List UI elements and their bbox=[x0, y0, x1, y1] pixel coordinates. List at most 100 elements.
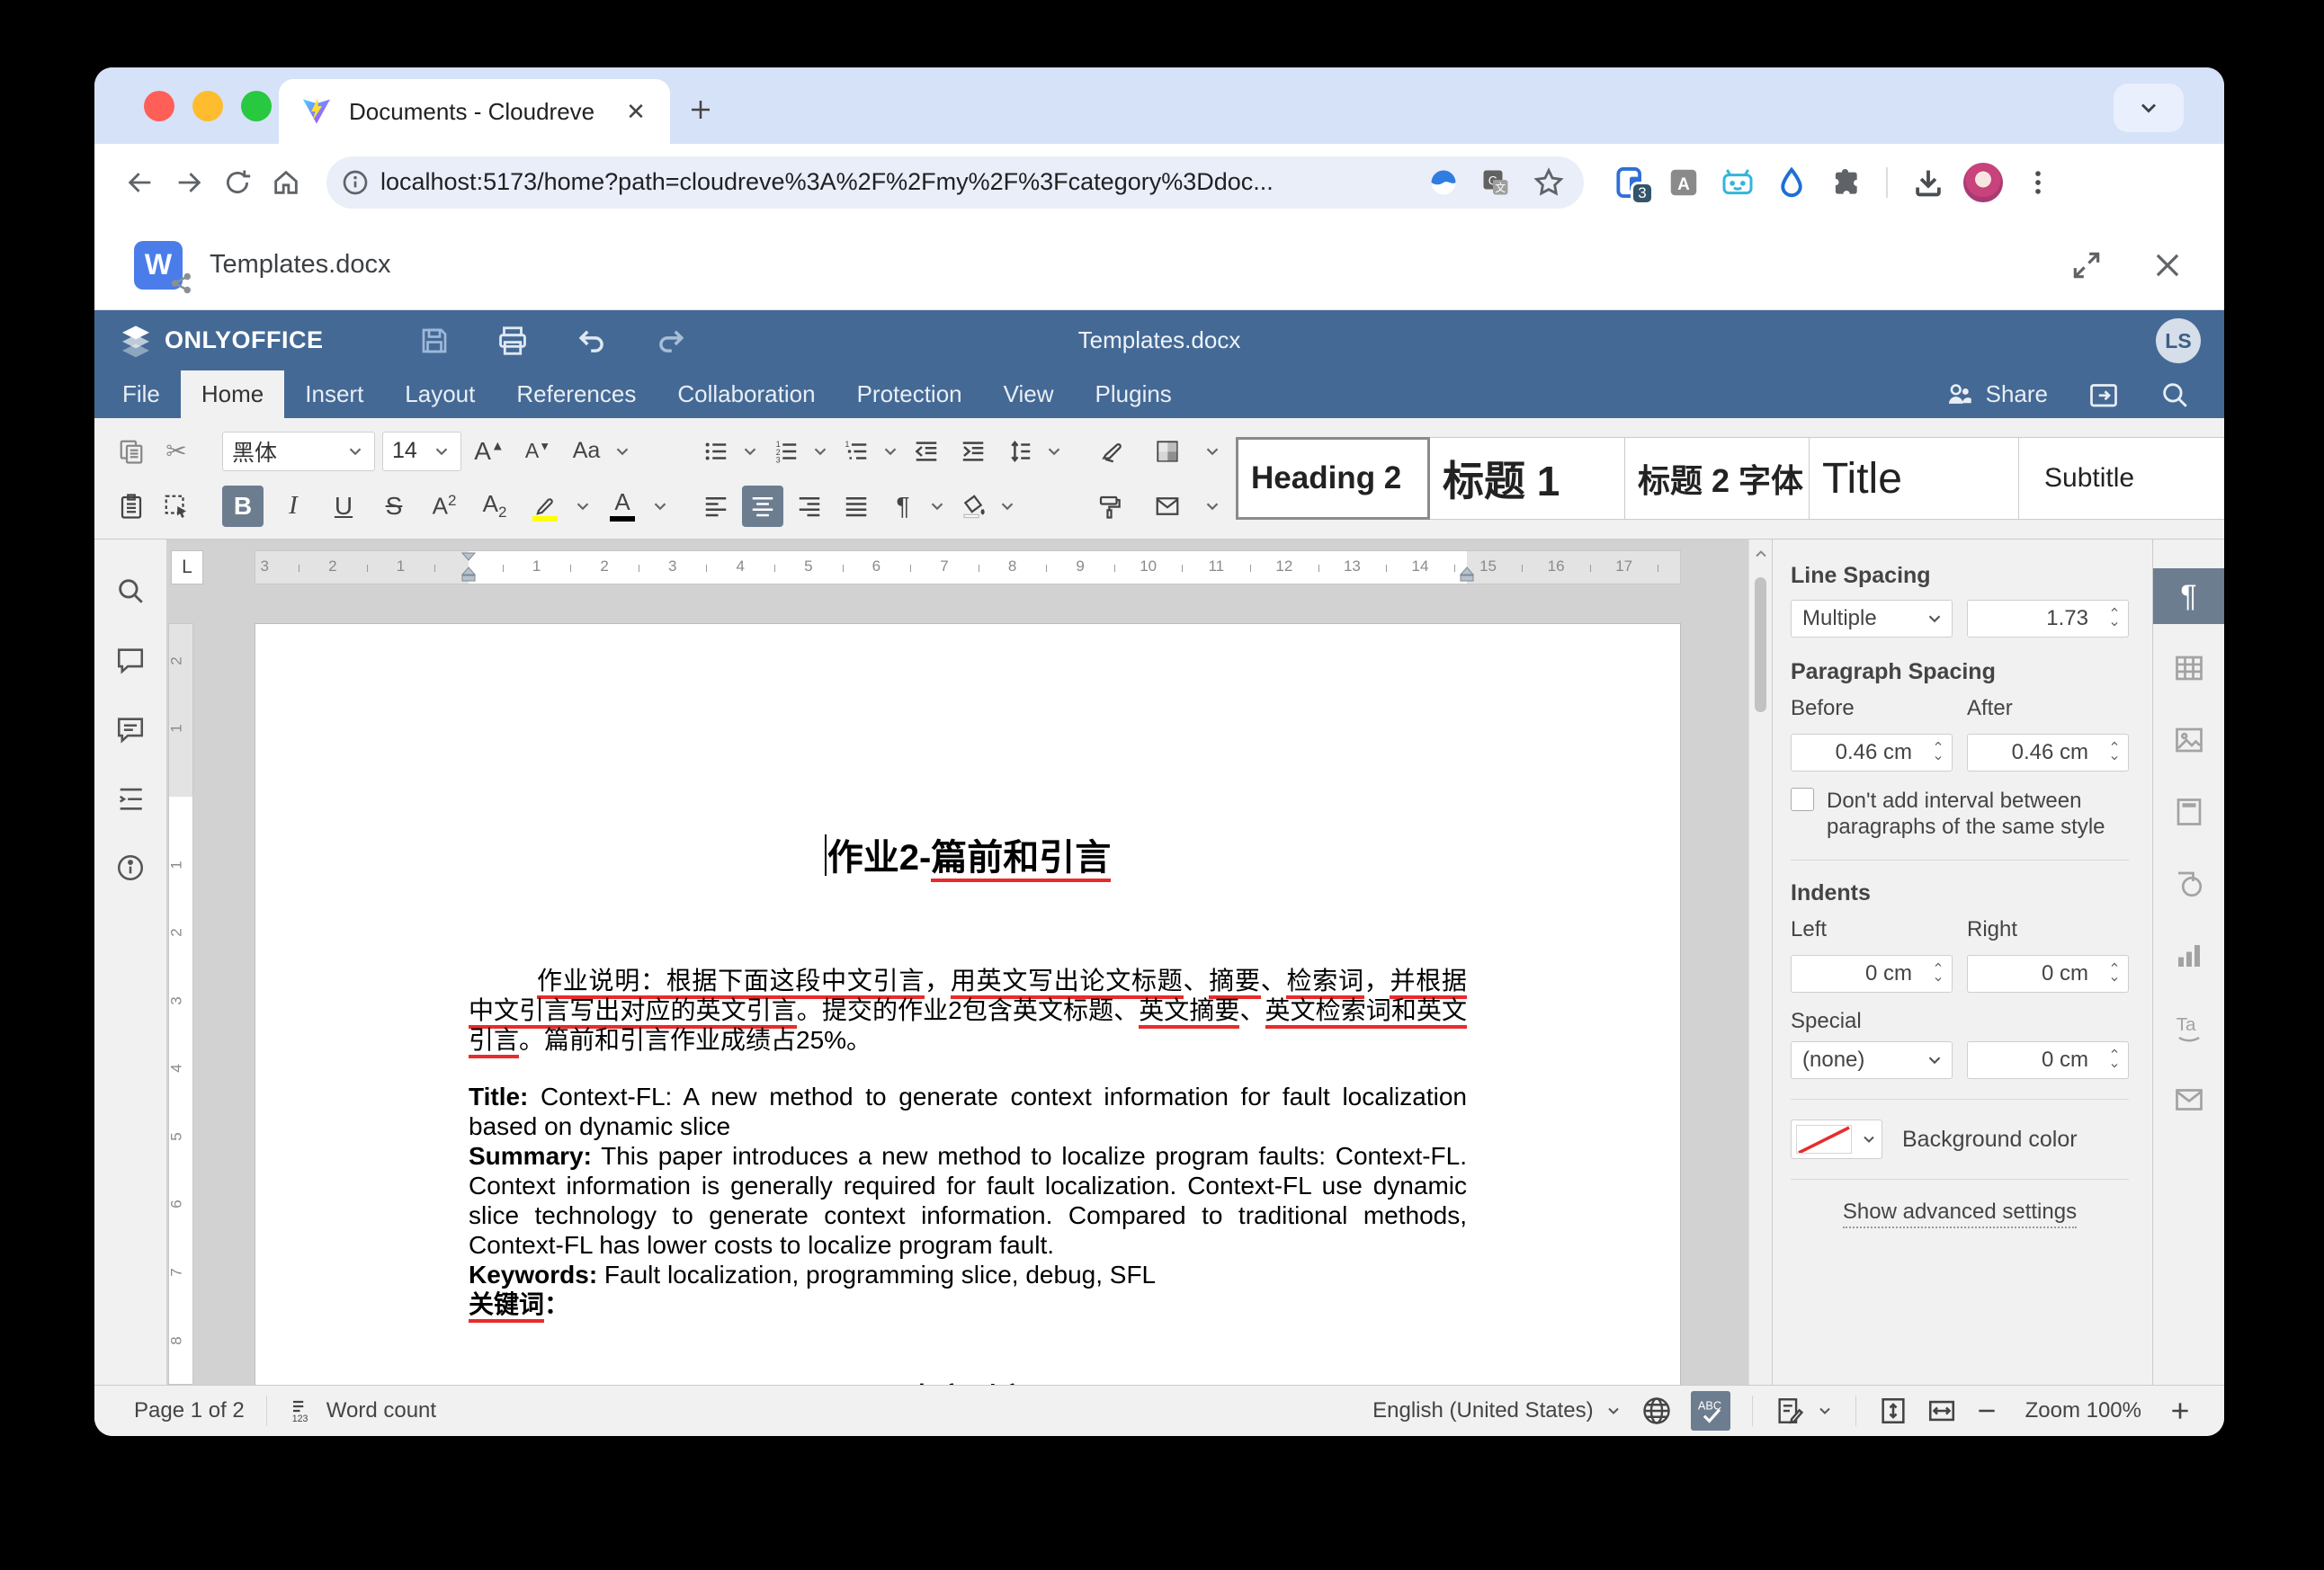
water-drop-extension-icon[interactable] bbox=[1773, 164, 1810, 201]
document-paragraph[interactable]: Title: Context-FL: A new method to gener… bbox=[469, 1082, 1467, 1141]
style-preset[interactable]: Subtitle bbox=[2018, 437, 2224, 520]
style-preset[interactable]: Heading 2 bbox=[1236, 437, 1430, 520]
line-spacing-mode-select[interactable]: Multiple bbox=[1791, 600, 1953, 638]
table-settings-tab[interactable] bbox=[2153, 640, 2225, 696]
about-info-icon[interactable] bbox=[115, 852, 146, 883]
browser-tab[interactable]: Documents - Cloudreve ✕ bbox=[279, 79, 670, 144]
maximize-window-button[interactable] bbox=[241, 91, 272, 121]
textart-settings-tab[interactable]: Ta bbox=[2153, 1000, 2225, 1056]
set-document-language-icon[interactable] bbox=[1640, 1395, 1673, 1427]
highlight-color-chevron[interactable] bbox=[573, 496, 593, 516]
menu-tab-home[interactable]: Home bbox=[181, 370, 284, 418]
bold-button[interactable]: B bbox=[222, 486, 264, 527]
menu-tab-collaboration[interactable]: Collaboration bbox=[657, 370, 836, 418]
language-selector[interactable]: English (United States) bbox=[1372, 1398, 1622, 1423]
print-icon[interactable] bbox=[496, 324, 530, 358]
downloads-icon[interactable] bbox=[1909, 164, 1947, 201]
change-case-chevron[interactable] bbox=[612, 442, 632, 461]
browser-profile-avatar[interactable] bbox=[1963, 163, 2003, 202]
forward-button[interactable] bbox=[168, 162, 210, 203]
reader-wave-icon[interactable] bbox=[1427, 166, 1460, 199]
decrease-indent-button[interactable] bbox=[906, 431, 947, 472]
indent-left-spinner[interactable]: 0 cm bbox=[1791, 955, 1953, 993]
spell-check-button[interactable]: ABC bbox=[1691, 1391, 1730, 1431]
table-shading-color-button[interactable] bbox=[1147, 431, 1188, 472]
superscript-button[interactable]: A2 bbox=[424, 486, 465, 527]
zoom-in-icon[interactable] bbox=[2168, 1399, 2192, 1423]
paragraph-settings-tab[interactable]: ¶ bbox=[2153, 568, 2225, 624]
image-settings-tab[interactable] bbox=[2153, 712, 2225, 768]
document-paragraph[interactable]: Summary: This paper introduces a new met… bbox=[469, 1141, 1467, 1260]
style-preset[interactable]: 标题 2 字体 bbox=[1624, 437, 1810, 520]
menu-tab-file[interactable]: File bbox=[102, 370, 181, 418]
bullet-list-chevron[interactable] bbox=[740, 442, 760, 461]
special-indent-select[interactable]: (none) bbox=[1791, 1041, 1953, 1079]
chat-icon[interactable] bbox=[115, 714, 146, 745]
a-extension-icon[interactable]: A bbox=[1665, 164, 1703, 201]
word-count-button[interactable]: 123 Word count bbox=[289, 1397, 436, 1424]
justify-button[interactable] bbox=[836, 486, 877, 527]
menu-tab-plugins[interactable]: Plugins bbox=[1075, 370, 1193, 418]
document-paragraph[interactable]: Keywords: Fault localization, programmin… bbox=[469, 1260, 1467, 1289]
copy-style-button[interactable] bbox=[1089, 486, 1131, 527]
subscript-button[interactable]: A2 bbox=[474, 486, 515, 527]
vertical-ruler[interactable]: 1212345678 bbox=[168, 623, 193, 1385]
tv-extension-icon[interactable] bbox=[1719, 164, 1756, 201]
close-window-button[interactable] bbox=[144, 91, 174, 121]
undo-icon[interactable] bbox=[575, 324, 609, 358]
shading-button[interactable] bbox=[952, 486, 994, 527]
user-avatar[interactable]: LS bbox=[2156, 318, 2201, 363]
scroll-up-icon[interactable] bbox=[1752, 545, 1770, 563]
zoom-level-label[interactable]: Zoom 100% bbox=[2025, 1398, 2141, 1423]
tab-search-chevron-button[interactable] bbox=[2114, 84, 2184, 132]
nonprinting-characters-button[interactable]: ¶ bbox=[882, 486, 924, 527]
font-size-select[interactable]: 14 bbox=[382, 432, 461, 471]
open-file-location-icon[interactable] bbox=[2087, 379, 2120, 411]
strikethrough-button[interactable]: S bbox=[373, 486, 415, 527]
style-preset[interactable]: Title bbox=[1809, 437, 2019, 520]
mail-merge-button[interactable] bbox=[1147, 486, 1188, 527]
zoom-out-icon[interactable] bbox=[1975, 1399, 1998, 1423]
line-spacing-value-spinner[interactable]: 1.73 bbox=[1967, 600, 2129, 638]
fit-page-icon[interactable] bbox=[1878, 1396, 1908, 1426]
numbered-list-button[interactable]: 123 bbox=[765, 431, 807, 472]
horizontal-ruler[interactable]: 1231234567891011121314151617 bbox=[255, 550, 1681, 584]
scrollbar-thumb[interactable] bbox=[1755, 577, 1766, 712]
redo-icon[interactable] bbox=[654, 324, 688, 358]
document-paragraph[interactable]: 作业说明：根据下面这段中文引言，用英文写出论文标题、摘要、检索词，并根据中文引言… bbox=[469, 966, 1467, 1055]
mail-merge-chevron[interactable] bbox=[1202, 496, 1222, 516]
background-color-picker[interactable] bbox=[1791, 1120, 1882, 1159]
minimize-window-button[interactable] bbox=[192, 91, 223, 121]
increase-indent-button[interactable] bbox=[952, 431, 994, 472]
page-indicator[interactable]: Page 1 of 2 bbox=[134, 1398, 245, 1423]
url-text[interactable]: localhost:5173/home?path=cloudreve%3A%2F… bbox=[380, 168, 1427, 196]
line-spacing-button[interactable] bbox=[999, 431, 1041, 472]
find-icon[interactable] bbox=[115, 575, 146, 606]
underline-button[interactable]: U bbox=[323, 486, 364, 527]
expand-icon[interactable] bbox=[2069, 248, 2104, 282]
shading-color-chevron[interactable] bbox=[1202, 442, 1222, 461]
reload-button[interactable] bbox=[217, 162, 258, 203]
select-all-button[interactable] bbox=[156, 486, 197, 527]
browser-menu-icon[interactable] bbox=[2019, 164, 2057, 201]
numbered-list-chevron[interactable] bbox=[810, 442, 830, 461]
new-tab-button[interactable] bbox=[677, 86, 724, 133]
line-spacing-chevron[interactable] bbox=[1044, 442, 1064, 461]
menu-tab-protection[interactable]: Protection bbox=[836, 370, 983, 418]
tab-close-icon[interactable]: ✕ bbox=[620, 95, 652, 128]
fit-width-icon[interactable] bbox=[1926, 1396, 1957, 1426]
close-icon[interactable] bbox=[2150, 248, 2185, 282]
style-preset[interactable]: 标题 1 bbox=[1429, 437, 1625, 520]
document-paragraph[interactable]: 中文引言 bbox=[469, 1375, 1467, 1385]
shading-chevron[interactable] bbox=[997, 496, 1017, 516]
italic-button[interactable]: I bbox=[273, 486, 314, 527]
back-button[interactable] bbox=[120, 162, 161, 203]
no-interval-checkbox-label[interactable]: Don't add interval between paragraphs of… bbox=[1827, 788, 2105, 840]
document-scrollbar[interactable] bbox=[1748, 540, 1772, 1385]
share-button[interactable]: Share bbox=[1944, 379, 2048, 410]
extensions-puzzle-icon[interactable] bbox=[1827, 164, 1864, 201]
cut-button[interactable]: ✂ bbox=[156, 431, 197, 472]
align-left-button[interactable] bbox=[695, 486, 737, 527]
translate-icon[interactable]: G文 bbox=[1479, 166, 1512, 199]
track-changes-button[interactable] bbox=[1774, 1396, 1834, 1426]
